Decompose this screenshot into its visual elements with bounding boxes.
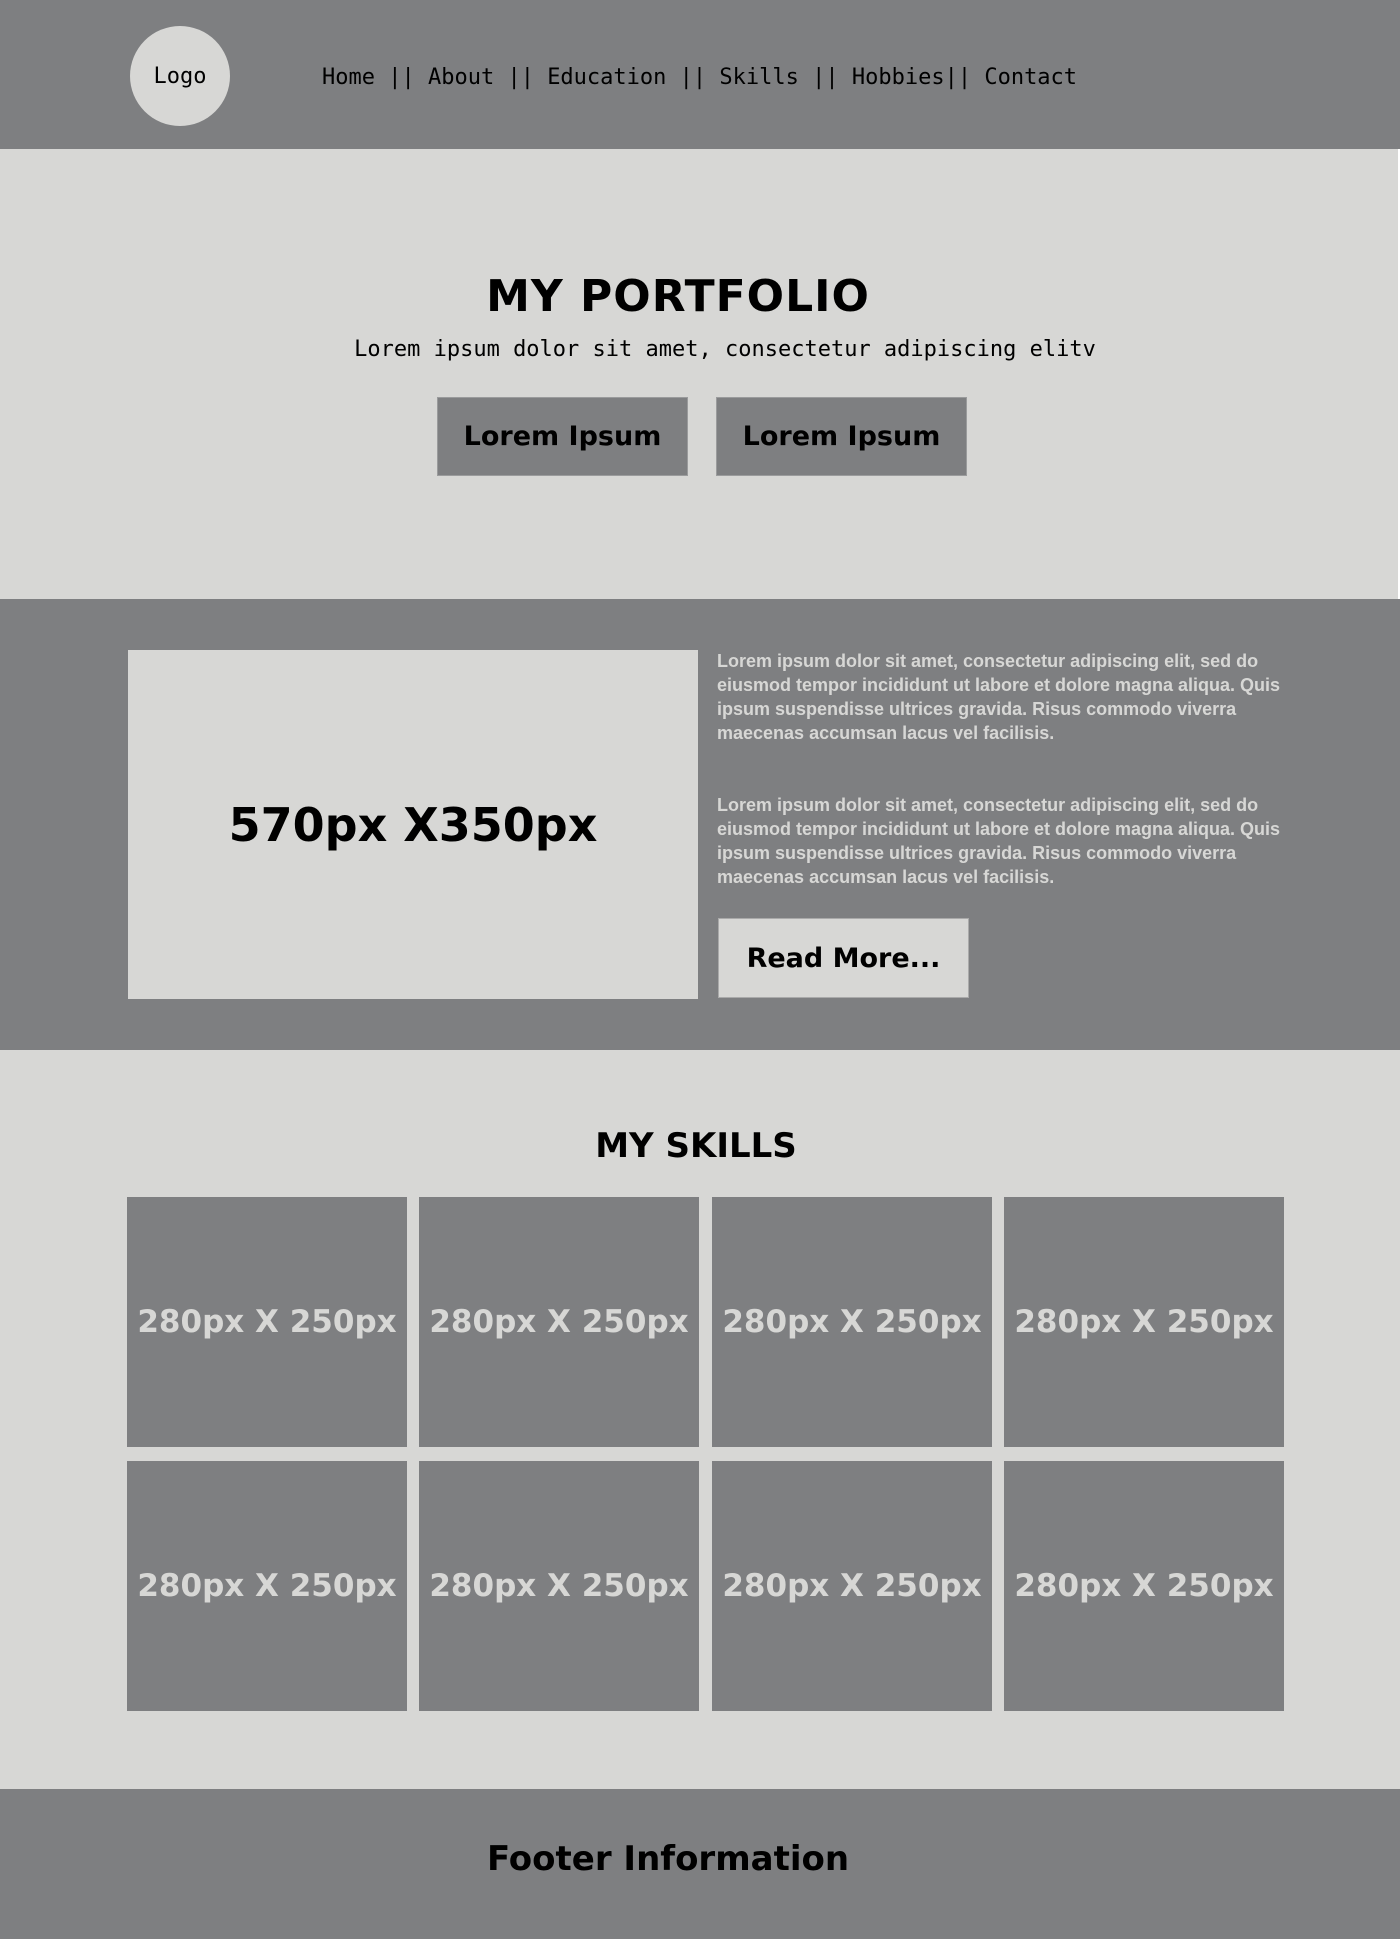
footer-information: Footer Information (486, 1839, 850, 1879)
nav-link-about[interactable]: About (428, 65, 494, 90)
about-section: 570px X350px Lorem ipsum dolor sit amet,… (0, 599, 1400, 1050)
skill-card[interactable]: 280px X 250px (712, 1197, 992, 1447)
hero-button-label: Lorem Ipsum (742, 421, 941, 452)
skill-card-label: 280px X 250px (429, 1568, 689, 1604)
skills-section: MY SKILLS 280px X 250px 280px X 250px 28… (0, 1050, 1400, 1789)
read-more-button[interactable]: Read More... (718, 918, 969, 998)
hero-section: MY PORTFOLIO Lorem ipsum dolor sit amet,… (0, 149, 1400, 599)
skill-card[interactable]: 280px X 250px (1004, 1461, 1284, 1711)
nav-separator: || (798, 64, 852, 90)
skill-card-label: 280px X 250px (722, 1568, 982, 1604)
skill-card[interactable]: 280px X 250px (419, 1461, 699, 1711)
main-nav: Home || About || Education || Skills || … (322, 60, 1077, 94)
skill-card-label: 280px X 250px (137, 1568, 397, 1604)
hero-title: MY PORTFOLIO (486, 271, 870, 322)
skill-card[interactable]: 280px X 250px (419, 1197, 699, 1447)
hero-subtitle: Lorem ipsum dolor sit amet, consectetur … (354, 337, 1096, 362)
skill-card-label: 280px X 250px (1014, 1304, 1274, 1340)
skill-card[interactable]: 280px X 250px (1004, 1197, 1284, 1447)
nav-separator: || (374, 64, 428, 90)
hero-button-primary[interactable]: Lorem Ipsum (437, 397, 688, 476)
skill-card[interactable]: 280px X 250px (712, 1461, 992, 1711)
skills-title: MY SKILLS (595, 1126, 797, 1166)
skill-card-label: 280px X 250px (722, 1304, 982, 1340)
site-header: Logo Home || About || Education || Skill… (0, 0, 1400, 149)
about-paragraph-2: Lorem ipsum dolor sit amet, consectetur … (717, 795, 1281, 887)
site-footer: Footer Information (0, 1789, 1400, 1939)
skill-card-label: 280px X 250px (1014, 1568, 1274, 1604)
hero-button-secondary[interactable]: Lorem Ipsum (716, 397, 967, 476)
hero-button-label: Lorem Ipsum (463, 421, 662, 452)
logo-text: Logo (153, 63, 207, 89)
skill-card[interactable]: 280px X 250px (127, 1197, 407, 1447)
skill-card[interactable]: 280px X 250px (127, 1461, 407, 1711)
nav-separator: || (494, 64, 548, 90)
nav-separator: || (944, 64, 985, 90)
about-image-placeholder: 570px X350px (128, 650, 698, 999)
nav-link-hobbies[interactable]: Hobbies (852, 65, 945, 90)
nav-link-home[interactable]: Home (322, 65, 375, 90)
skill-card-label: 280px X 250px (429, 1304, 689, 1340)
about-paragraph-1: Lorem ipsum dolor sit amet, consectetur … (717, 651, 1281, 743)
nav-separator: || (666, 64, 720, 90)
nav-link-skills[interactable]: Skills (719, 65, 798, 90)
image-placeholder-label: 570px X350px (228, 797, 598, 852)
nav-link-education[interactable]: Education (547, 65, 666, 90)
read-more-label: Read More... (746, 942, 941, 974)
skill-card-label: 280px X 250px (137, 1304, 397, 1340)
nav-link-contact[interactable]: Contact (984, 65, 1077, 90)
logo[interactable]: Logo (130, 26, 230, 126)
